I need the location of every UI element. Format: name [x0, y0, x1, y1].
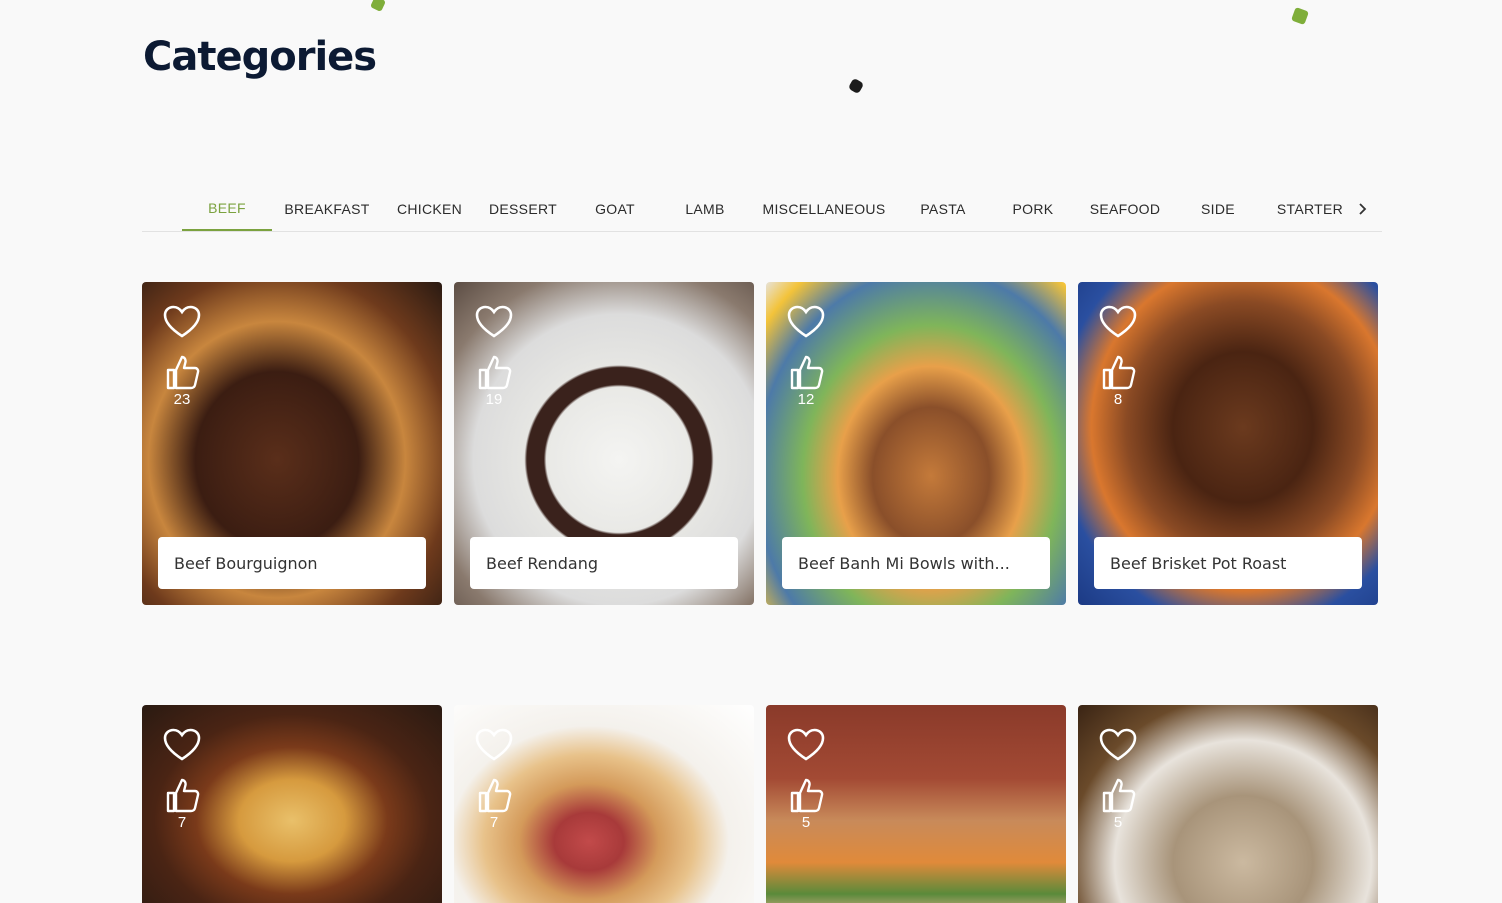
- tab-breakfast[interactable]: BREAKFAST: [282, 186, 372, 232]
- recipe-title: Beef Rendang: [470, 537, 738, 589]
- tab-lamb[interactable]: LAMB: [660, 186, 750, 232]
- thumbs-up-icon[interactable]: [478, 777, 512, 813]
- page-title: Categories: [143, 34, 377, 80]
- tab-miscellaneous[interactable]: MISCELLANEOUS: [758, 186, 890, 232]
- recipe-card[interactable]: 23 Beef Bourguignon: [142, 282, 442, 605]
- confetti-dark: [847, 77, 865, 95]
- tab-pasta[interactable]: PASTA: [898, 186, 988, 232]
- heart-icon[interactable]: [1099, 728, 1137, 762]
- recipe-card[interactable]: 7: [142, 705, 442, 903]
- recipe-card[interactable]: 5: [766, 705, 1066, 903]
- thumbs-up-icon[interactable]: [790, 354, 824, 390]
- like-count: 7: [489, 814, 499, 831]
- recipe-card[interactable]: 12 Beef Banh Mi Bowls with...: [766, 282, 1066, 605]
- recipe-title: Beef Bourguignon: [158, 537, 426, 589]
- recipe-card[interactable]: 19 Beef Rendang: [454, 282, 754, 605]
- thumbs-up-icon[interactable]: [1102, 354, 1136, 390]
- chevron-right-icon[interactable]: [1352, 186, 1372, 232]
- like-count: 12: [797, 391, 815, 408]
- heart-icon[interactable]: [1099, 305, 1137, 339]
- tab-beef[interactable]: BEEF: [182, 186, 272, 231]
- tab-side[interactable]: SIDE: [1173, 186, 1263, 232]
- heart-icon[interactable]: [163, 728, 201, 762]
- tab-pork[interactable]: PORK: [988, 186, 1078, 232]
- thumbs-up-icon[interactable]: [1102, 777, 1136, 813]
- like-count: 19: [485, 391, 503, 408]
- tab-goat[interactable]: GOAT: [570, 186, 660, 232]
- recipe-title: Beef Banh Mi Bowls with...: [782, 537, 1050, 589]
- like-count: 23: [173, 391, 191, 408]
- tab-chicken[interactable]: CHICKEN: [387, 186, 472, 232]
- tab-dessert[interactable]: DESSERT: [478, 186, 568, 232]
- like-count: 8: [1113, 391, 1123, 408]
- tab-starter[interactable]: STARTER: [1266, 186, 1354, 232]
- recipe-card[interactable]: 7: [454, 705, 754, 903]
- category-tabs: BEEF BREAKFAST CHICKEN DESSERT GOAT LAMB…: [142, 186, 1382, 232]
- recipe-card[interactable]: 8 Beef Brisket Pot Roast: [1078, 282, 1378, 605]
- heart-icon[interactable]: [787, 305, 825, 339]
- tab-seafood[interactable]: SEAFOOD: [1080, 186, 1170, 232]
- thumbs-up-icon[interactable]: [166, 354, 200, 390]
- recipe-card[interactable]: 5: [1078, 705, 1378, 903]
- confetti-green: [370, 0, 386, 12]
- recipe-title: Beef Brisket Pot Roast: [1094, 537, 1362, 589]
- like-count: 5: [1113, 814, 1123, 831]
- thumbs-up-icon[interactable]: [790, 777, 824, 813]
- heart-icon[interactable]: [475, 305, 513, 339]
- like-count: 5: [801, 814, 811, 831]
- confetti-green: [1291, 7, 1309, 25]
- heart-icon[interactable]: [163, 305, 201, 339]
- thumbs-up-icon[interactable]: [166, 777, 200, 813]
- thumbs-up-icon[interactable]: [478, 354, 512, 390]
- heart-icon[interactable]: [787, 728, 825, 762]
- like-count: 7: [177, 814, 187, 831]
- heart-icon[interactable]: [475, 728, 513, 762]
